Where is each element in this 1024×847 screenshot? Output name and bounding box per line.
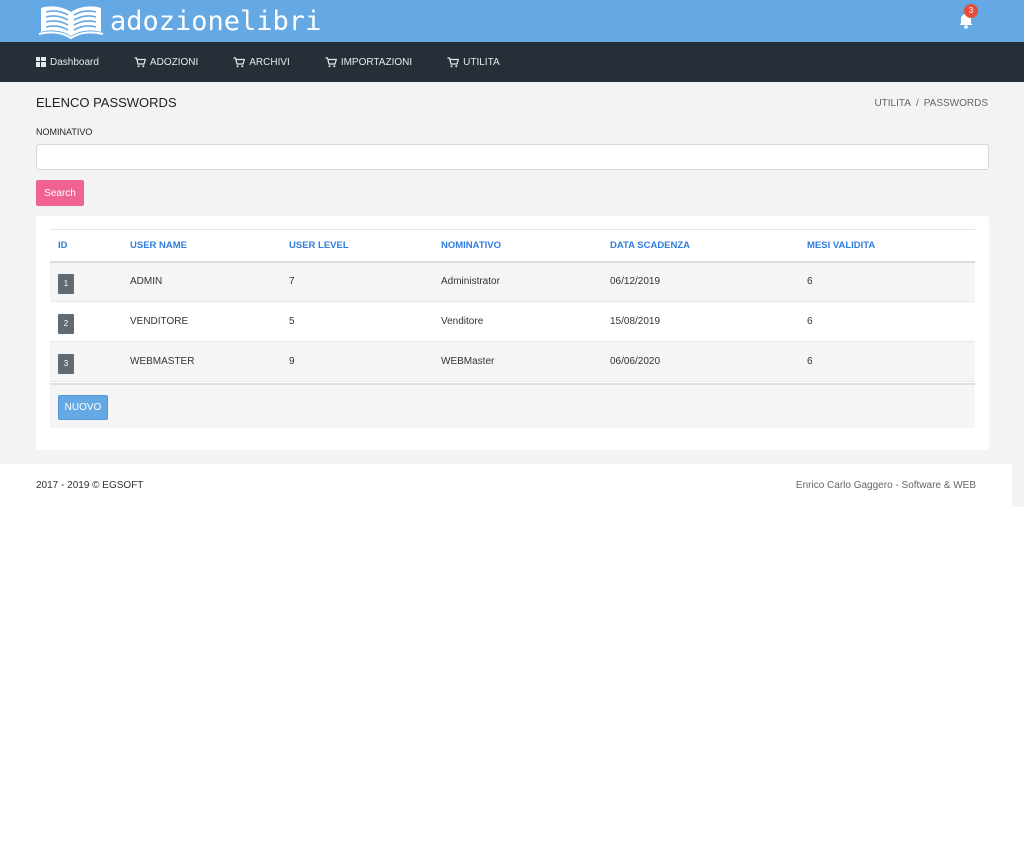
col-header-data-scadenza[interactable]: DATA SCADENZA [602,229,799,263]
cell-nominativo: Administrator [433,261,602,302]
nav-item-label: Dashboard [50,56,99,68]
logo-text: adozionelibri [110,5,322,37]
nav-item-label: ADOZIONI [149,56,199,68]
cart-icon [134,56,146,67]
nav-item-archivi[interactable]: ARCHIVI [233,57,290,68]
cell-userlevel: 9 [281,341,433,382]
search-button[interactable]: Search [36,180,84,206]
nav-item-adozioni[interactable]: ADOZIONI [134,57,198,68]
page-footer: 2017 - 2019 © EGSOFT Enrico Carlo Gagger… [0,464,1012,507]
nominativo-label: NOMINATIVO [36,127,93,137]
breadcrumb-utilita[interactable]: UTILITA [874,98,910,109]
cell-mesi-validita: 6 [799,261,975,302]
cart-icon [447,56,460,67]
nuovo-button[interactable]: NUOVO [58,395,108,420]
col-header-userlevel[interactable]: USER LEVEL [281,229,433,263]
grid-icon [36,57,46,67]
table-row[interactable]: 2 VENDITORE 5 Venditore 15/08/2019 6 [50,301,975,342]
nominativo-input[interactable] [36,144,989,170]
open-book-icon [38,6,104,40]
nav-item-label: ARCHIVI [249,56,290,68]
passwords-table: ID USER NAME USER LEVEL NOMINATIVO DATA … [50,229,975,382]
col-header-mesi-validita[interactable]: MESI VALIDITA [799,229,975,263]
app-logo[interactable]: adozionelibri [38,2,321,40]
breadcrumb: UTILITA / PASSWORDS [874,98,988,109]
cell-username: ADMIN [122,261,281,302]
breadcrumb-passwords: PASSWORDS [923,98,988,109]
nav-item-label: IMPORTAZIONI [340,56,413,68]
cell-id: 3 [50,341,122,382]
nav-item-importazioni[interactable]: IMPORTAZIONI [325,57,412,68]
table-row[interactable]: 3 WEBMASTER 9 WEBMaster 06/06/2020 6 [50,341,975,382]
nav-item-dashboard[interactable]: Dashboard [36,57,99,68]
cart-icon [325,56,337,67]
cell-userlevel: 7 [281,261,433,302]
table-footer: NUOVO [50,383,975,428]
footer-author-link[interactable]: Enrico Carlo Gaggero - Software & WEB [796,480,976,491]
cell-username: VENDITORE [122,301,281,342]
nav-item-label: UTILITA [463,56,500,68]
cart-icon [233,56,246,67]
passwords-card: ID USER NAME USER LEVEL NOMINATIVO DATA … [36,216,989,450]
id-badge[interactable]: 2 [58,313,74,334]
col-header-nominativo[interactable]: NOMINATIVO [433,229,602,263]
cell-data-scadenza: 06/06/2020 [602,341,799,382]
notification-count-badge: 3 [964,4,978,18]
cell-userlevel: 5 [281,301,433,342]
cell-nominativo: Venditore [433,301,602,342]
table-row[interactable]: 1 ADMIN 7 Administrator 06/12/2019 6 [50,261,975,302]
cell-id: 2 [50,301,122,342]
breadcrumb-separator: / [915,98,919,109]
cell-id: 1 [50,261,122,302]
top-header: adozionelibri 3 [0,0,1024,42]
footer-copyright: 2017 - 2019 © EGSOFT [36,480,144,491]
cell-data-scadenza: 15/08/2019 [602,301,799,342]
cell-mesi-validita: 6 [799,301,975,342]
cell-data-scadenza: 06/12/2019 [602,261,799,302]
col-header-username[interactable]: USER NAME [122,229,281,263]
cell-nominativo: WEBMaster [433,341,602,382]
cell-username: WEBMASTER [122,341,281,382]
main-content: ELENCO PASSWORDS UTILITA / PASSWORDS NOMIN… [0,82,1024,464]
page-title: ELENCO PASSWORDS [36,95,177,110]
main-nav: Dashboard ADOZIONI ARCHIVI IMPORTAZIONI … [0,42,1024,82]
cell-mesi-validita: 6 [799,341,975,382]
footer-edge [1012,464,1024,507]
table-header-row: ID USER NAME USER LEVEL NOMINATIVO DATA … [50,229,975,263]
col-header-id[interactable]: ID [50,229,122,263]
id-badge[interactable]: 3 [58,353,74,374]
id-badge[interactable]: 1 [58,273,74,294]
nav-item-utilita[interactable]: UTILITA [447,56,500,68]
